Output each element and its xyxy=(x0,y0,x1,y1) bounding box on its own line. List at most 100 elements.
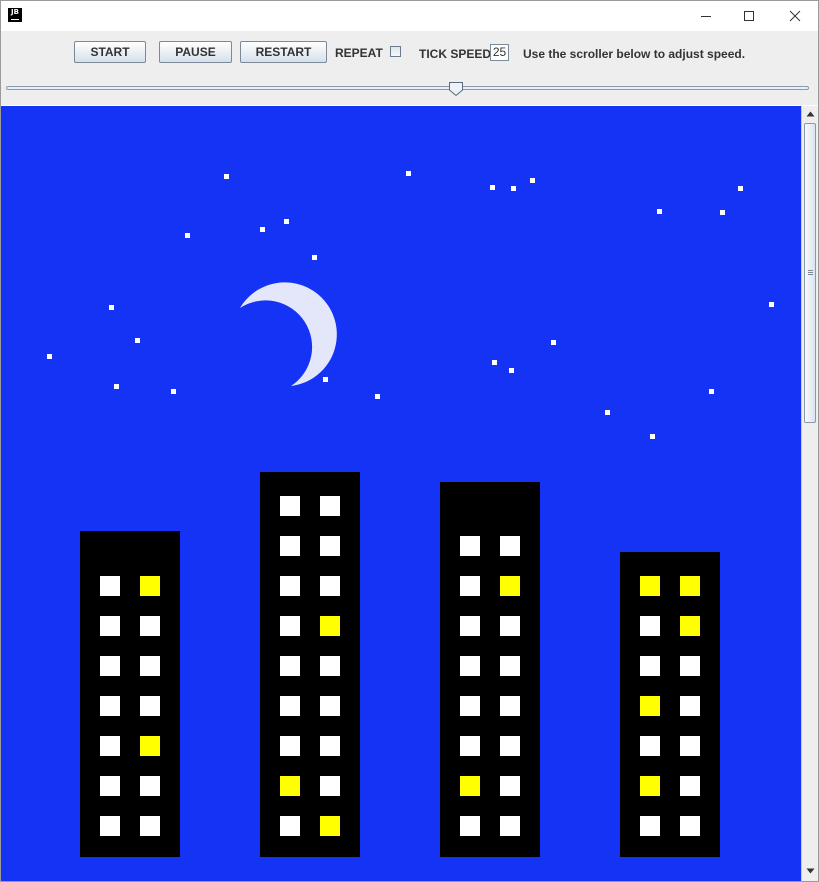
lit-window xyxy=(680,616,700,636)
lit-window xyxy=(320,816,340,836)
building-2 xyxy=(260,472,360,857)
lit-window xyxy=(500,576,520,596)
repeat-label: REPEAT xyxy=(335,46,383,60)
scroll-up-button[interactable] xyxy=(802,106,818,122)
app-icon: JB xyxy=(8,8,22,22)
window xyxy=(140,776,160,796)
close-button[interactable] xyxy=(772,1,818,31)
window xyxy=(140,816,160,836)
minimize-button[interactable] xyxy=(683,1,729,31)
building-body xyxy=(260,472,360,857)
maximize-icon xyxy=(744,11,754,21)
building-4 xyxy=(620,552,720,857)
window xyxy=(680,656,700,676)
star xyxy=(47,354,52,359)
window xyxy=(320,736,340,756)
slider-area xyxy=(1,75,818,105)
window xyxy=(100,576,120,596)
window xyxy=(680,696,700,716)
building-body xyxy=(80,531,180,857)
star xyxy=(109,305,114,310)
star xyxy=(135,338,140,343)
scroll-down-button[interactable] xyxy=(802,863,818,879)
window xyxy=(100,656,120,676)
lit-window xyxy=(460,776,480,796)
building-body xyxy=(620,552,720,857)
window xyxy=(460,656,480,676)
window xyxy=(500,736,520,756)
app-window: JB START PAUSE RESTART REPEAT TICK SPEED… xyxy=(0,0,819,882)
star xyxy=(605,410,610,415)
window xyxy=(140,696,160,716)
window xyxy=(320,536,340,556)
star xyxy=(720,210,725,215)
window xyxy=(140,616,160,636)
window xyxy=(460,736,480,756)
scroll-down-arrow-icon xyxy=(806,868,814,874)
window xyxy=(320,496,340,516)
window xyxy=(280,656,300,676)
vertical-scrollbar[interactable] xyxy=(801,106,818,881)
star xyxy=(492,360,497,365)
window xyxy=(100,816,120,836)
lit-window xyxy=(320,616,340,636)
window xyxy=(320,776,340,796)
star xyxy=(551,340,556,345)
star xyxy=(260,227,265,232)
speed-slider-thumb[interactable] xyxy=(448,81,464,97)
scroll-up-arrow-icon xyxy=(806,111,814,117)
star xyxy=(511,186,516,191)
star xyxy=(284,219,289,224)
window xyxy=(320,656,340,676)
star xyxy=(530,178,535,183)
star xyxy=(114,384,119,389)
window xyxy=(460,816,480,836)
window xyxy=(640,736,660,756)
star xyxy=(312,255,317,260)
window xyxy=(500,816,520,836)
speed-slider-track[interactable] xyxy=(6,86,809,90)
window xyxy=(140,656,160,676)
lit-window xyxy=(640,696,660,716)
star xyxy=(657,209,662,214)
star xyxy=(709,389,714,394)
star xyxy=(490,185,495,190)
window xyxy=(280,496,300,516)
pause-button[interactable]: PAUSE xyxy=(159,41,232,63)
lit-window xyxy=(640,576,660,596)
city-night-canvas xyxy=(1,106,801,881)
star xyxy=(509,368,514,373)
restart-button[interactable]: RESTART xyxy=(240,41,327,63)
start-button[interactable]: START xyxy=(74,41,146,63)
star xyxy=(375,394,380,399)
building-body xyxy=(440,482,540,857)
star xyxy=(769,302,774,307)
window xyxy=(100,696,120,716)
window xyxy=(680,736,700,756)
title-bar: JB xyxy=(1,1,818,31)
window xyxy=(640,656,660,676)
window xyxy=(100,616,120,636)
lit-window xyxy=(280,776,300,796)
star xyxy=(738,186,743,191)
window xyxy=(500,536,520,556)
window xyxy=(280,616,300,636)
window xyxy=(280,696,300,716)
window xyxy=(460,616,480,636)
star xyxy=(171,389,176,394)
window xyxy=(280,816,300,836)
window xyxy=(460,536,480,556)
lit-window xyxy=(640,776,660,796)
window xyxy=(680,776,700,796)
window xyxy=(100,736,120,756)
maximize-button[interactable] xyxy=(726,1,772,31)
tick-speed-label: TICK SPEED xyxy=(419,47,492,61)
window xyxy=(500,616,520,636)
tick-speed-field[interactable]: 25 xyxy=(490,44,509,61)
window xyxy=(500,656,520,676)
window xyxy=(500,776,520,796)
star xyxy=(185,233,190,238)
window xyxy=(460,696,480,716)
scrollbar-thumb[interactable] xyxy=(804,123,816,423)
repeat-checkbox[interactable] xyxy=(390,46,401,57)
